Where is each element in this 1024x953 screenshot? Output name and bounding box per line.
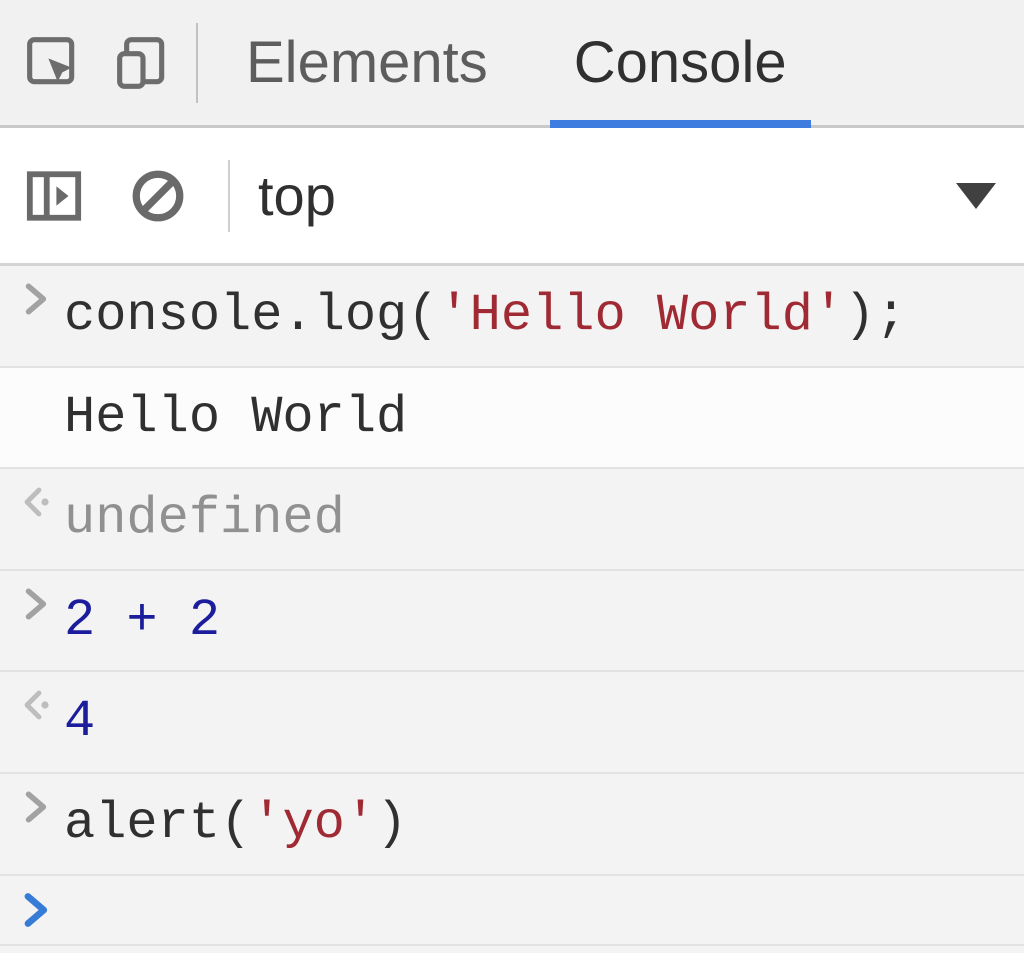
return-arrow-icon — [10, 485, 64, 519]
console-line-content: 2 + 2 — [64, 587, 1012, 655]
console-row-input: alert('yo') — [0, 774, 1024, 876]
console-line-content: Hello World — [64, 384, 1012, 452]
toggle-sidebar-icon[interactable] — [12, 154, 96, 238]
console-row-return: undefined — [0, 469, 1024, 571]
console-log-area: console.log('Hello World'); Hello World un… — [0, 266, 1024, 946]
tab-elements[interactable]: Elements — [226, 0, 508, 125]
device-toolbar-icon[interactable] — [98, 18, 188, 108]
console-line-content: 4 — [64, 688, 1012, 756]
tab-console[interactable]: Console — [554, 0, 807, 125]
console-toolbar: top — [0, 128, 1024, 266]
inspect-element-icon[interactable] — [8, 18, 98, 108]
clear-console-icon[interactable] — [116, 154, 200, 238]
console-line-content: console.log('Hello World'); — [64, 282, 1012, 350]
console-prompt[interactable] — [0, 876, 1024, 946]
input-chevron-icon — [10, 587, 64, 621]
return-arrow-icon — [10, 688, 64, 722]
prompt-chevron-icon — [10, 892, 64, 928]
execution-context-label: top — [258, 163, 336, 228]
chevron-down-icon — [956, 183, 996, 209]
console-row-return: 4 — [0, 672, 1024, 774]
execution-context-selector[interactable]: top — [258, 163, 1004, 228]
console-line-content: alert('yo') — [64, 790, 1012, 858]
console-row-input: 2 + 2 — [0, 571, 1024, 673]
input-chevron-icon — [10, 790, 64, 824]
console-line-content: undefined — [64, 485, 1012, 553]
console-row-input: console.log('Hello World'); — [0, 266, 1024, 368]
toolbar-separator — [228, 160, 230, 232]
console-row-output: Hello World — [0, 368, 1024, 470]
input-chevron-icon — [10, 282, 64, 316]
devtools-tabbar: Elements Console — [0, 0, 1024, 128]
tabbar-separator — [196, 23, 198, 103]
